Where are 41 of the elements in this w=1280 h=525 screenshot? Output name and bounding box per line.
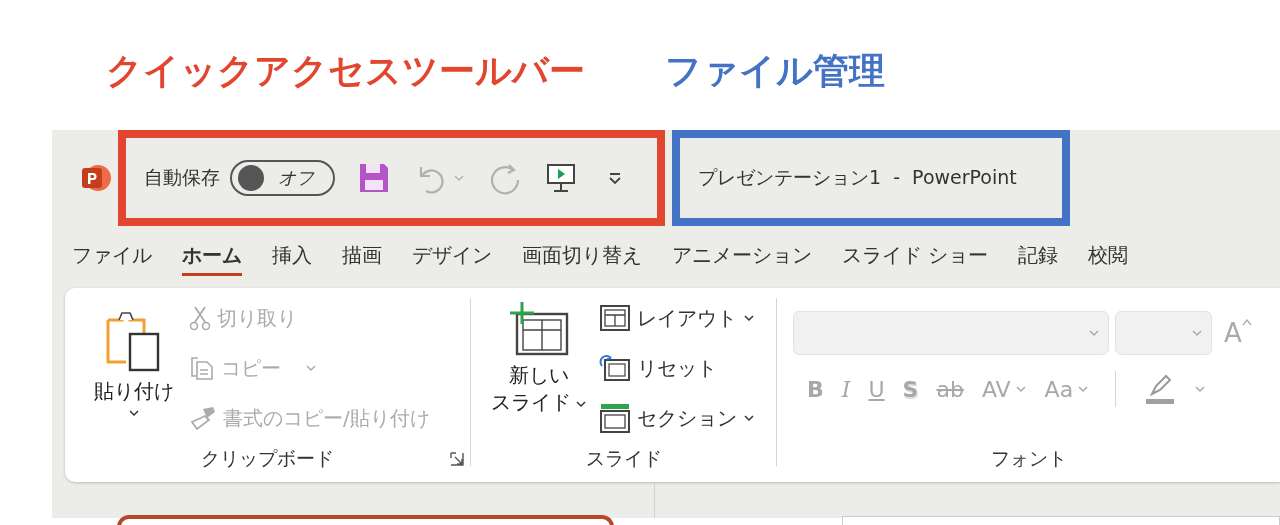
caret-icon	[1191, 329, 1203, 337]
ribbon-tab[interactable]: ファイル	[72, 238, 152, 276]
group-label: クリップボード	[201, 446, 334, 471]
ribbon-tab[interactable]: 挿入	[272, 238, 312, 276]
section-button[interactable]: セクション	[599, 400, 755, 436]
save-icon[interactable]	[357, 161, 391, 195]
ribbon-tab[interactable]: 画面切り替え	[522, 238, 642, 276]
reset-button[interactable]: リセット	[599, 350, 755, 386]
new-slide-button[interactable]: 新しい スライド	[489, 300, 589, 436]
scissors-icon	[189, 305, 211, 331]
caret-icon	[575, 400, 587, 408]
ribbon-tab[interactable]: 校閲	[1088, 238, 1129, 276]
paintbrush-icon	[189, 405, 217, 431]
annotation-label: クイックアクセスツールバー	[106, 49, 585, 93]
reset-icon	[599, 354, 631, 382]
copy-icon	[189, 355, 215, 381]
paste-button[interactable]: 貼り付け	[89, 300, 179, 436]
ribbon-tab[interactable]: 記録	[1018, 238, 1059, 276]
document-title: プレゼンテーション1 - PowerPoint	[698, 165, 1017, 190]
dropdown-icon[interactable]	[607, 170, 623, 186]
ribbon-tab[interactable]: アニメーション	[672, 238, 812, 276]
section-icon	[599, 402, 631, 434]
ribbon-tab[interactable]: スライド ショー	[842, 238, 989, 276]
ribbon-tab[interactable]: 描画	[342, 238, 382, 276]
presentation-icon[interactable]	[545, 161, 577, 195]
autosave-toggle[interactable]: オフ	[230, 160, 335, 196]
caret-icon	[1194, 385, 1207, 393]
group-label: フォント	[990, 446, 1067, 471]
new-slide-icon	[507, 300, 571, 358]
dialog-launcher-icon[interactable]	[450, 452, 464, 466]
ribbon-tab[interactable]: デザイン	[412, 238, 492, 276]
caret-icon	[128, 409, 140, 417]
layout-button[interactable]: レイアウト	[599, 300, 755, 336]
layout-icon	[599, 304, 631, 332]
autosave-label: 自動保存	[144, 165, 220, 190]
caret-icon	[1088, 329, 1100, 337]
ribbon-tab[interactable]: ホーム	[182, 238, 242, 276]
group-label: スライド	[585, 446, 662, 471]
app-logo-icon	[80, 162, 112, 194]
annotation-label: ファイル管理	[665, 49, 885, 93]
caret-up-icon	[1241, 318, 1252, 326]
